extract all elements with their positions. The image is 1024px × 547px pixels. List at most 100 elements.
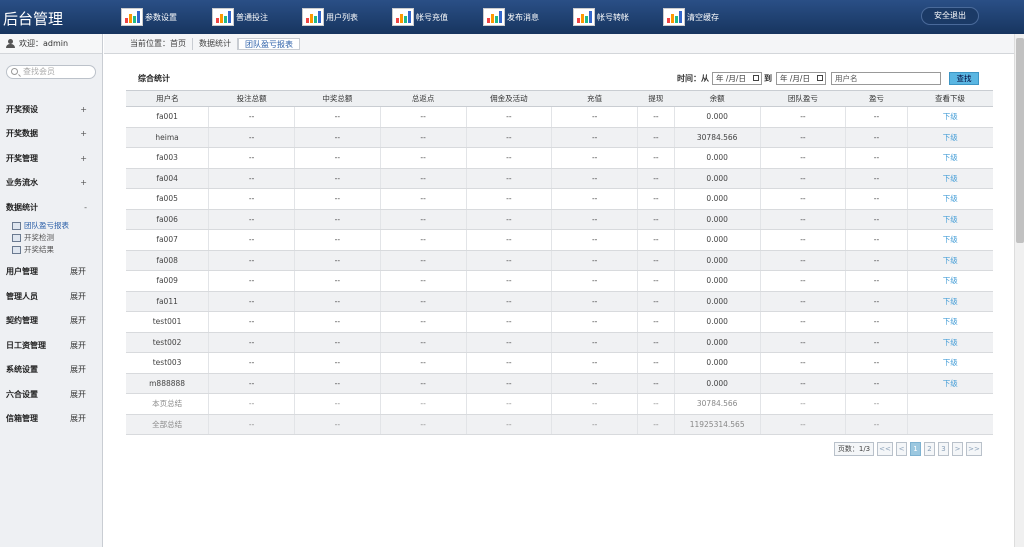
subordinate-link[interactable]: 下级	[907, 188, 993, 210]
expand-sign[interactable]: +	[80, 154, 87, 163]
find-button[interactable]: 查找	[949, 72, 979, 85]
sidebar-item[interactable]: 开奖预设 +	[0, 97, 103, 122]
first-page-button[interactable]: <<	[877, 442, 893, 456]
sidebar-item[interactable]: 管理人员 展开	[0, 284, 103, 309]
prev-page-button[interactable]: <	[896, 442, 907, 456]
table-cell: --	[637, 147, 675, 169]
table-cell: --	[845, 414, 908, 435]
page-number-button[interactable]: 2	[924, 442, 935, 456]
last-page-button[interactable]: >>	[966, 442, 982, 456]
subordinate-link[interactable]: 下级	[907, 229, 993, 251]
topnav-button-2[interactable]: 用户列表	[302, 5, 358, 29]
table-cell: --	[208, 311, 295, 333]
topnav-button-0[interactable]: 参数设置	[121, 5, 177, 29]
sidebar-item[interactable]: 日工资管理 展开	[0, 333, 103, 358]
breadcrumb-current[interactable]: 团队盈亏报表	[238, 37, 300, 50]
table-cell: --	[208, 168, 295, 189]
subordinate-link[interactable]	[907, 414, 993, 435]
table-cell: --	[637, 168, 675, 189]
table-cell: --	[637, 270, 675, 292]
vertical-scrollbar[interactable]	[1014, 34, 1024, 547]
sidebar-item[interactable]: 用户管理 展开	[0, 260, 103, 285]
subordinate-link[interactable]: 下级	[907, 147, 993, 169]
topnav-button-3[interactable]: 帐号充值	[392, 5, 448, 29]
sidebar-item[interactable]: 开奖数据 +	[0, 122, 103, 147]
sidebar-item[interactable]: 开奖管理 +	[0, 146, 103, 171]
subordinate-link[interactable]: 下级	[907, 250, 993, 271]
logout-button[interactable]: 安全退出	[921, 7, 979, 25]
sidebar-subitem[interactable]: 开奖结果	[12, 244, 103, 256]
table-cell: --	[380, 291, 467, 312]
subordinate-link[interactable]: 下级	[907, 127, 993, 148]
sidebar-item[interactable]: 六合设置 展开	[0, 382, 103, 407]
start-date-input[interactable]: 年 /月/日	[712, 72, 762, 85]
expand-toggle[interactable]: 展开	[70, 413, 86, 424]
member-search-input[interactable]: 查找会员	[6, 65, 96, 79]
sidebar-item-label: 业务流水	[6, 178, 38, 188]
topnav-button-6[interactable]: 清空缓存	[663, 5, 719, 29]
expand-toggle[interactable]: 展开	[70, 364, 86, 375]
sidebar-item[interactable]: 数据统计 -	[0, 195, 103, 220]
sidebar-item[interactable]: 系统设置 展开	[0, 358, 103, 383]
expand-toggle[interactable]: 展开	[70, 389, 86, 400]
table-row: fa005 -- -- -- -- -- -- 0.000 -- -- 下级	[126, 188, 993, 210]
page-number-button[interactable]: 3	[938, 442, 949, 456]
breadcrumb-home[interactable]: 当前位置：首页	[124, 37, 193, 50]
expand-toggle[interactable]: 展开	[70, 266, 86, 277]
calendar-icon[interactable]	[817, 75, 823, 81]
table-cell: --	[294, 270, 381, 292]
sidebar: 欢迎：admin 查找会员 开奖预设 + 开奖数据 + 开奖管理 + 业务流水 + 数据统计 - 团…	[0, 34, 103, 547]
table-cell: 0.000	[674, 209, 761, 230]
scrollbar-thumb[interactable]	[1016, 38, 1024, 243]
subordinate-link[interactable]: 下级	[907, 168, 993, 189]
next-page-button[interactable]: >	[952, 442, 963, 456]
sidebar-item[interactable]: 契约管理 展开	[0, 309, 103, 334]
subordinate-link[interactable]: 下级	[907, 373, 993, 394]
subordinate-link[interactable]: 下级	[907, 270, 993, 292]
sidebar-item[interactable]: 信箱管理 展开	[0, 407, 103, 432]
subordinate-link[interactable]	[907, 393, 993, 415]
subordinate-link[interactable]: 下级	[907, 332, 993, 353]
topnav-button-1[interactable]: 普通投注	[212, 5, 268, 29]
expand-sign[interactable]: +	[80, 129, 87, 138]
expand-toggle[interactable]: 展开	[70, 315, 86, 326]
expand-toggle[interactable]: 展开	[70, 291, 86, 302]
table-row: fa011 -- -- -- -- -- -- 0.000 -- -- 下级	[126, 291, 993, 312]
subordinate-link[interactable]: 下级	[907, 209, 993, 230]
sidebar-item[interactable]: 业务流水 +	[0, 171, 103, 196]
subordinate-link[interactable]: 下级	[907, 311, 993, 333]
expand-sign[interactable]: -	[84, 203, 87, 212]
table-cell: --	[294, 393, 381, 415]
table-cell: --	[845, 393, 908, 415]
table-cell: --	[845, 291, 908, 312]
username-input[interactable]: 用户名	[831, 72, 941, 85]
table-cell: --	[466, 127, 553, 148]
table-cell: --	[760, 127, 847, 148]
welcome-bar: 欢迎：admin	[0, 34, 102, 54]
expand-sign[interactable]: +	[80, 105, 87, 114]
table-cell: --	[466, 250, 553, 271]
expand-toggle[interactable]: 展开	[70, 340, 86, 351]
sidebar-item-label: 系统设置	[6, 365, 38, 375]
calendar-icon[interactable]	[753, 75, 759, 81]
table-cell: --	[551, 188, 639, 210]
table-cell: --	[294, 291, 381, 312]
table-cell: --	[845, 188, 908, 210]
topnav-label: 帐号转帐	[597, 12, 629, 22]
table-cell: --	[380, 373, 467, 394]
sidebar-subitem[interactable]: 开奖检测	[12, 232, 103, 244]
end-date-input[interactable]: 年 /月/日	[776, 72, 826, 85]
table-cell: --	[380, 332, 467, 353]
topnav-button-5[interactable]: 帐号转帐	[573, 5, 629, 29]
topnav-button-4[interactable]: 发布消息	[483, 5, 539, 29]
subordinate-link[interactable]: 下级	[907, 352, 993, 374]
sidebar-subitem[interactable]: 团队盈亏报表	[12, 220, 103, 232]
expand-sign[interactable]: +	[80, 178, 87, 187]
subordinate-link[interactable]: 下级	[907, 291, 993, 312]
page-number-button[interactable]: 1	[910, 442, 921, 456]
breadcrumb-level2[interactable]: 数据统计	[193, 37, 238, 50]
subordinate-link[interactable]: 下级	[907, 106, 993, 128]
table-cell: --	[208, 352, 295, 374]
column-header: 团队盈亏	[760, 90, 846, 107]
table-cell: test002	[126, 332, 210, 353]
